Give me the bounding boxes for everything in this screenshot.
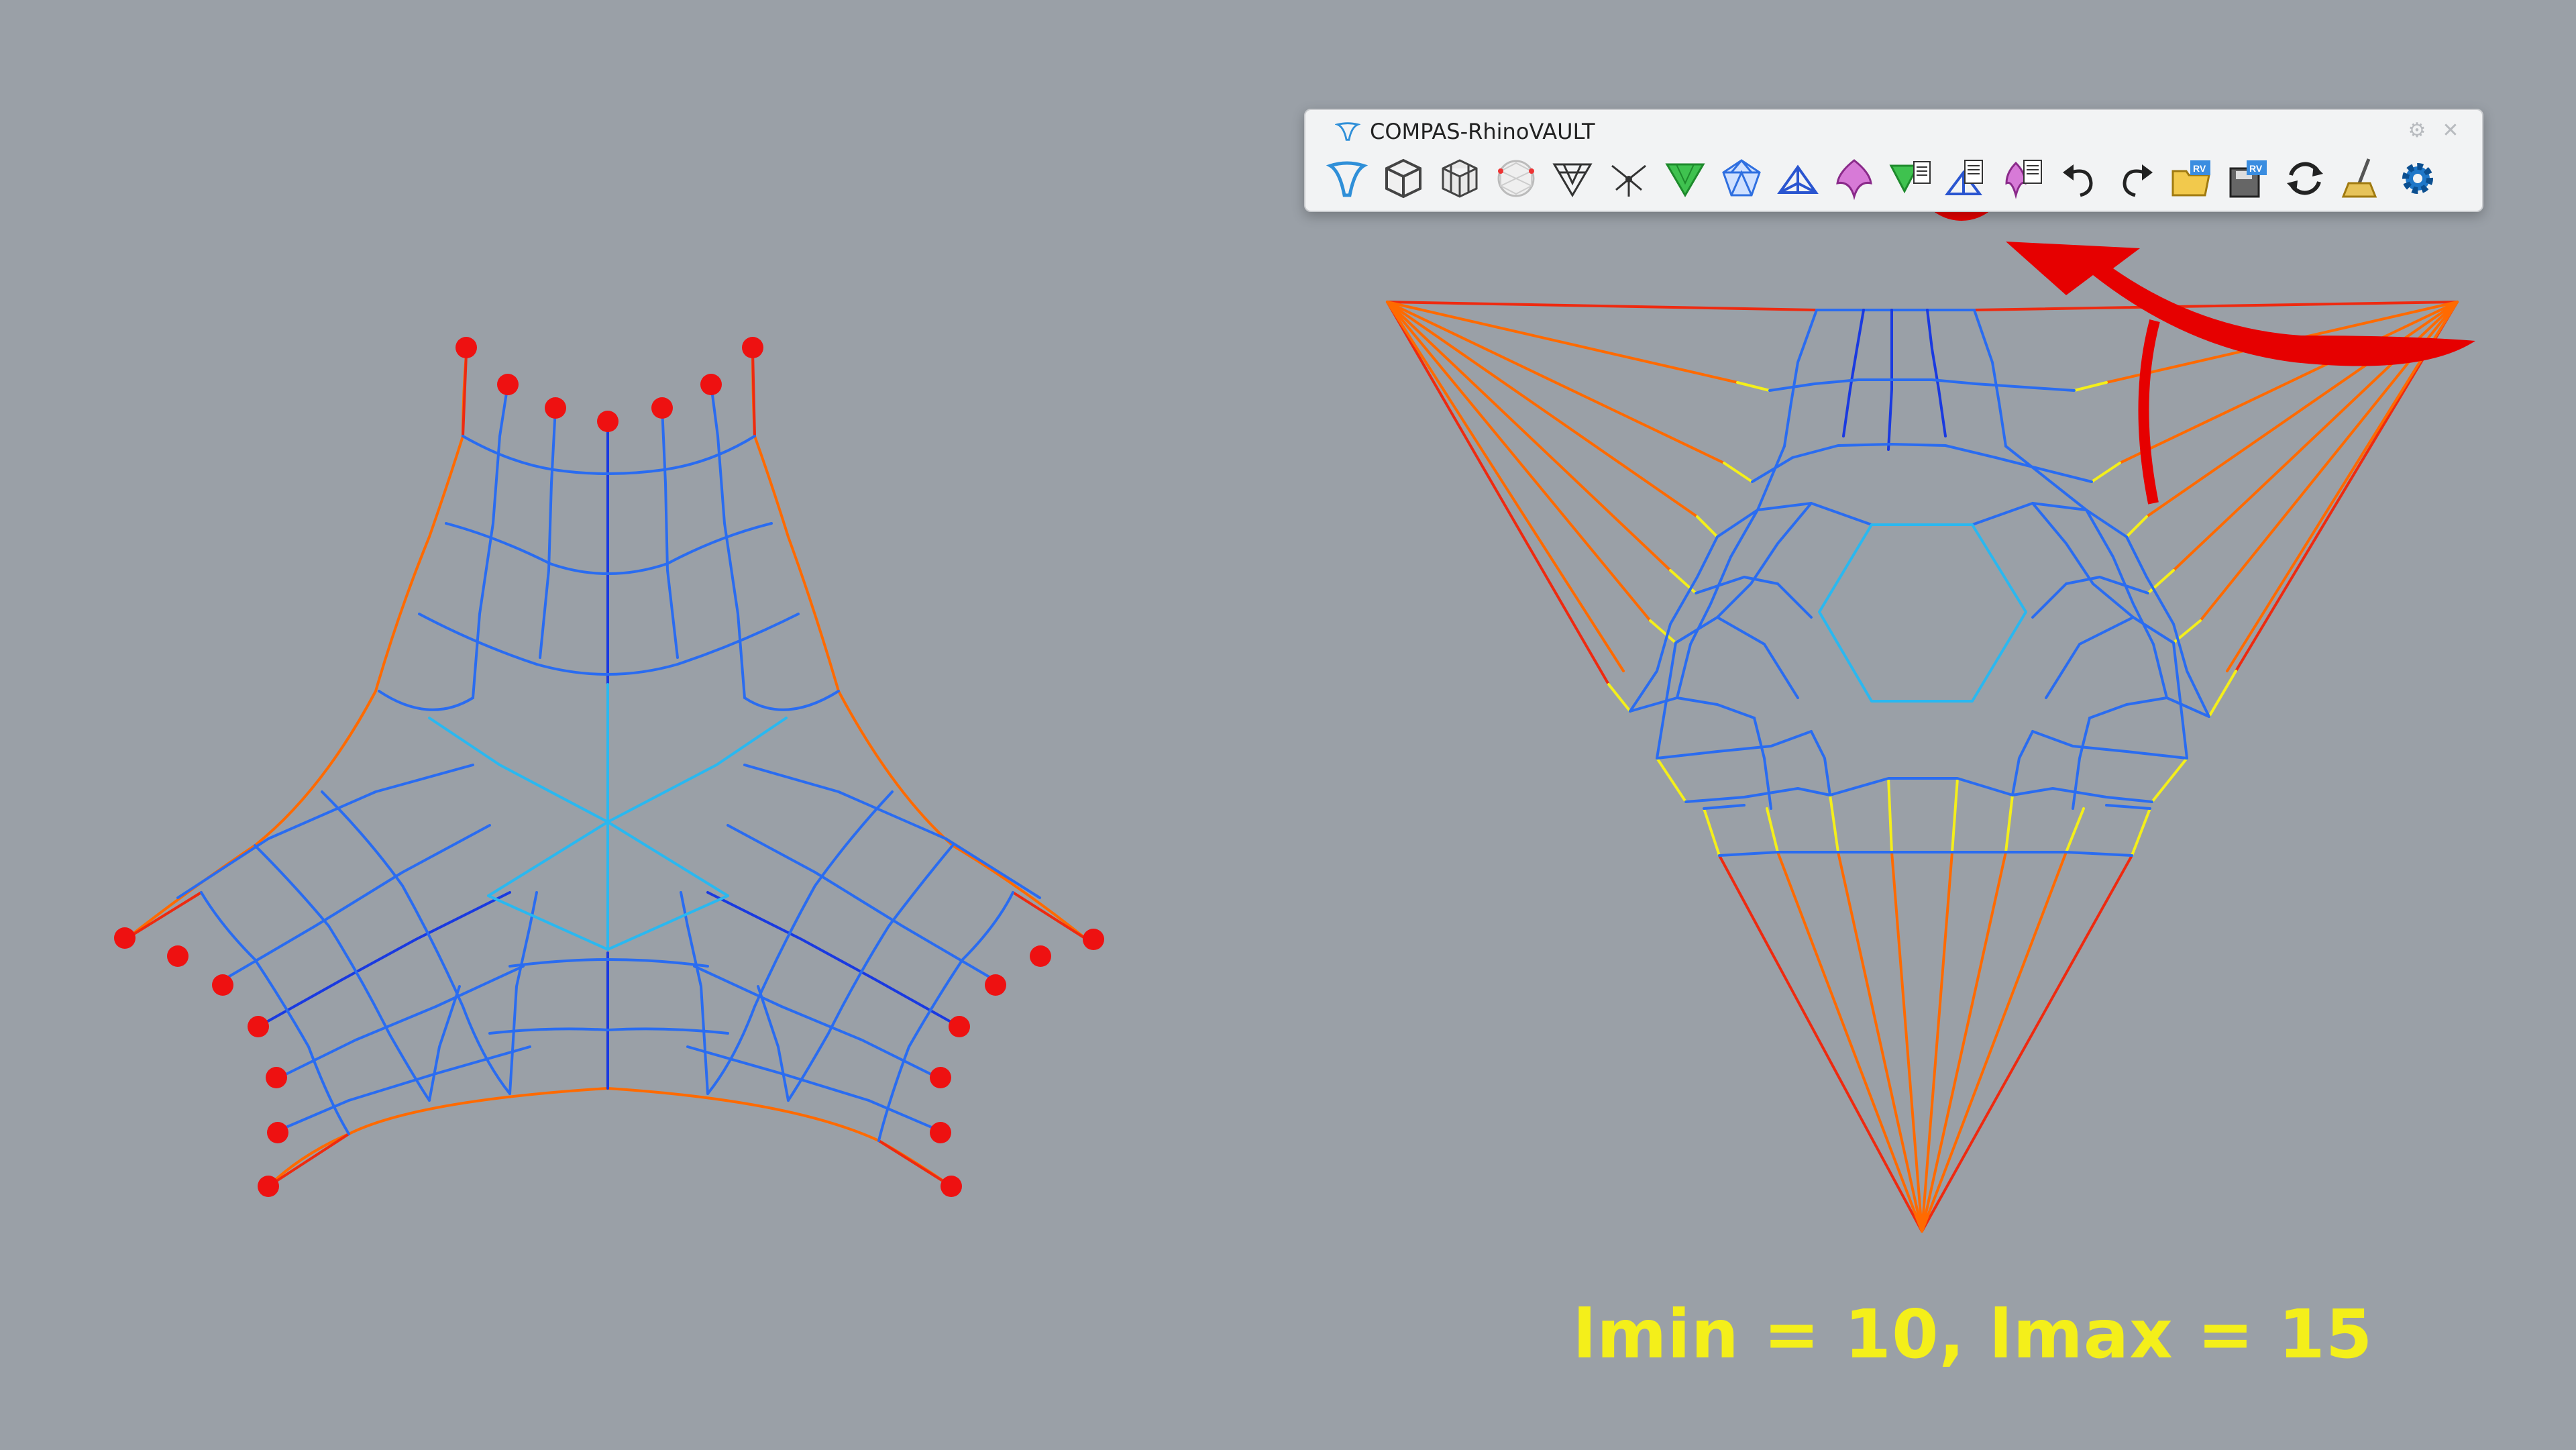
redo-icon <box>2123 164 2153 197</box>
support-point <box>258 1176 279 1197</box>
redo-button[interactable] <box>2108 153 2164 204</box>
support-point <box>545 397 566 419</box>
form-diagram <box>114 337 1104 1197</box>
support-point <box>930 1067 951 1088</box>
support-point <box>949 1016 970 1037</box>
form-from-mesh-button[interactable] <box>1432 153 1488 204</box>
force-from-form-button[interactable] <box>1657 153 1713 204</box>
support-point <box>1030 945 1051 967</box>
support-point <box>941 1176 962 1197</box>
broom-icon <box>2341 158 2377 198</box>
support-point <box>742 337 763 358</box>
support-point <box>212 974 233 996</box>
support-point <box>597 411 619 432</box>
blue-equilibrium-icon <box>1777 164 1819 194</box>
mesh-cube-icon <box>1442 159 1478 198</box>
rhino-viewport[interactable]: COMPAS-RhinoVAULT ⚙ ✕ RV RV lmin = 10, l… <box>0 0 2576 1450</box>
rhinovault-logo-icon <box>1335 122 1360 141</box>
support-point <box>700 374 722 395</box>
support-point <box>1083 929 1104 950</box>
undo-button[interactable] <box>2051 153 2108 204</box>
rhinovault-toolbar[interactable]: COMPAS-RhinoVAULT ⚙ ✕ RV RV <box>1304 109 2483 212</box>
blue-gear-icon <box>2402 163 2433 194</box>
vertical-equilibrium-button[interactable] <box>1826 153 1882 204</box>
force-interior-edges <box>1629 309 2210 857</box>
form-from-surface-button[interactable] <box>1375 153 1432 204</box>
rhinovault-logo-icon <box>1326 161 1368 197</box>
supports-icon <box>1611 164 1646 197</box>
cube-icon <box>1385 158 1421 199</box>
green-force-doc-icon <box>1889 161 1931 194</box>
form-supports-button[interactable] <box>1601 153 1657 204</box>
force-modify-button[interactable] <box>1882 153 1939 204</box>
form-doc-icon <box>1945 160 1983 195</box>
triangulated-sphere-icon <box>1497 160 1535 197</box>
toolbar-buttons: RV RV <box>1319 153 2446 204</box>
gear-icon[interactable]: ⚙ <box>2406 119 2428 142</box>
undo-icon <box>2063 164 2093 197</box>
refresh-icon <box>2287 162 2323 195</box>
support-point <box>930 1122 951 1143</box>
toolbar-title: COMPAS-RhinoVAULT <box>1370 119 1595 144</box>
settings-button[interactable] <box>2390 153 2446 204</box>
save-session-button[interactable]: RV <box>2220 153 2277 204</box>
svg-text:RV: RV <box>2249 163 2263 174</box>
support-point <box>167 945 189 967</box>
thrust-diagram-button[interactable] <box>1995 153 2051 204</box>
diagrams-canvas <box>114 128 2475 1233</box>
rv-init-button[interactable] <box>1319 153 1375 204</box>
open-folder-rv-icon: RV <box>2171 160 2210 197</box>
save-disk-rv-icon: RV <box>2229 160 2267 198</box>
green-force-icon <box>1665 163 1705 197</box>
force-outer-edges <box>1386 301 2459 1233</box>
edge-length-caption: lmin = 10, lmax = 15 <box>1573 1295 2373 1374</box>
clear-button[interactable] <box>2333 153 2390 204</box>
purple-doc-icon <box>2005 160 2042 199</box>
form-triangle-icon <box>1552 163 1593 197</box>
horizontal-equilibrium-button[interactable] <box>1770 153 1826 204</box>
support-point <box>248 1016 269 1037</box>
force-diagram-button[interactable] <box>1713 153 1770 204</box>
diamond-mesh-icon <box>1722 159 1761 197</box>
close-icon[interactable]: ✕ <box>2439 119 2462 142</box>
support-point <box>267 1122 288 1143</box>
form-center-edges <box>428 683 788 951</box>
form-from-triangulation-button[interactable] <box>1488 153 1544 204</box>
support-point <box>985 974 1006 996</box>
svg-text:RV: RV <box>2193 163 2206 174</box>
open-session-button[interactable]: RV <box>2164 153 2220 204</box>
redraw-button[interactable] <box>2277 153 2333 204</box>
toolbar-title-bar[interactable]: COMPAS-RhinoVAULT <box>1335 119 1595 144</box>
support-point <box>266 1067 287 1088</box>
support-point <box>455 337 477 358</box>
force-center-hexagon <box>1818 523 2027 703</box>
force-diagram <box>1386 301 2459 1233</box>
form-force-lengths-button[interactable] <box>1939 153 1995 204</box>
purple-vault-icon <box>1836 159 1872 201</box>
support-point <box>114 927 136 949</box>
form-modify-button[interactable] <box>1544 153 1601 204</box>
support-point <box>651 397 673 419</box>
support-point <box>497 374 519 395</box>
force-fan-edges <box>1386 301 2459 1233</box>
